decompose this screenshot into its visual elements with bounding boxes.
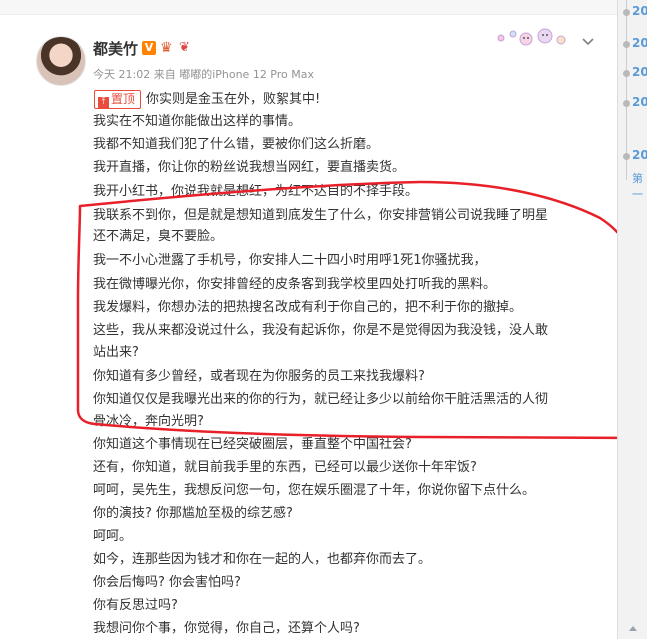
post-line: 呵呵，吴先生，我想反问您一句，您在娱乐圈混了十年，你说你留下点什么。 xyxy=(93,483,536,498)
post-line-0: ⤒ 置顶 你实则是金玉在外，败絮其中! xyxy=(93,88,320,109)
timeline-year[interactable]: 20 xyxy=(632,148,647,162)
post-line: 你知道这个事情现在已经突破圈层，垂直整个中国社会? xyxy=(93,437,412,452)
post-line: 我发爆料，你想办法的把热搜名改成有利于你自己的，把不利于你的撤掉。 xyxy=(93,300,523,315)
pin-badge: ⤒ 置顶 xyxy=(94,90,142,109)
post-line: 我都不知道我们犯了什么错，要被你们这么折磨。 xyxy=(93,137,380,152)
username[interactable]: 都美竹 xyxy=(93,38,138,59)
post-line: 这些，我从来都没说过什么，我没有起诉你，你是不是觉得因为我没钱，没人敢 xyxy=(93,323,549,338)
post-line: 我开小红书，你说我就是想红，为红不达目的不择手段。 xyxy=(93,184,419,199)
timeline-more[interactable]: 第一 xyxy=(632,170,647,202)
post-line: 还有，你知道，就目前我手里的东西，已经可以最少送你十年牢饭? xyxy=(93,460,477,475)
timeline-sidebar: 20 20 20 20 20 第一 xyxy=(617,0,647,639)
timeline-year[interactable]: 20 xyxy=(632,4,647,18)
timeline-dot xyxy=(623,70,630,77)
post-line: 我开直播，你让你的粉丝说我想当网红，要直播卖货。 xyxy=(93,160,406,175)
member-badge-icon: ❦ xyxy=(179,40,190,55)
post-line: 我实在不知道你能做出这样的事情。 xyxy=(93,114,302,129)
post-line: 你有反思过吗? xyxy=(93,598,178,613)
post-line: 你的演技? 你那尴尬至极的综艺感? xyxy=(93,506,293,521)
timeline-dot xyxy=(623,9,630,16)
timeline-dot xyxy=(623,153,630,160)
timeline-year[interactable]: 20 xyxy=(632,65,647,79)
post-line: 还不满足，臭不要脸。 xyxy=(93,229,224,244)
timeline-dot xyxy=(623,100,630,107)
post-meta: 今天 21:02 来自 嘟嘟的iPhone 12 Pro Max xyxy=(93,68,314,81)
post-line: 我想问你个事，你觉得，你自己，还算个人吗? xyxy=(93,621,360,636)
post-line: 你知道仅仅是我曝光出来的你的行为，就已经让多少以前给你干脏活黑活的人彻 xyxy=(93,392,549,407)
post-line: 站出来? xyxy=(93,345,139,360)
fan-badge-icon: ♛ xyxy=(160,40,173,56)
post-line: 骨冰冷，奔向光明? xyxy=(93,414,204,429)
post-line: 你知道有多少曾经，或者现在为你服务的员工来找我爆料? xyxy=(93,369,425,384)
post-line: 我联系不到你，但是就是想知道到底发生了什么，你安排营销公司说我睡了明星 xyxy=(93,208,549,223)
timeline-year[interactable]: 20 xyxy=(632,36,647,50)
post-line: 如今，连那些因为钱才和你在一起的人，也都弃你而去了。 xyxy=(93,552,432,567)
pin-icon: ⤒ xyxy=(98,97,109,108)
post-line: 呵呵。 xyxy=(93,529,133,544)
v-badge-icon: V xyxy=(142,41,156,55)
timeline-dot xyxy=(623,41,630,48)
timeline-year[interactable]: 20 xyxy=(632,95,647,109)
scroll-down-icon[interactable] xyxy=(626,622,640,636)
top-strip xyxy=(0,0,617,15)
decoration-icon xyxy=(497,28,566,46)
chevron-down-icon[interactable] xyxy=(580,33,596,49)
post-line: 我在微博曝光你，你安排曾经的皮条客到我学校里四处打听我的黑料。 xyxy=(93,277,497,292)
avatar[interactable] xyxy=(36,36,86,86)
post-line: 你会后悔吗? 你会害怕吗? xyxy=(93,575,241,590)
post-line: 我一不小心泄露了手机号，你安排人二十四小时用呼1死1你骚扰我， xyxy=(93,253,487,268)
weibo-post-card: 都美竹 V ♛ ❦ 今天 21:02 来自 嘟嘟的iPhone 12 Pro M… xyxy=(0,0,617,639)
